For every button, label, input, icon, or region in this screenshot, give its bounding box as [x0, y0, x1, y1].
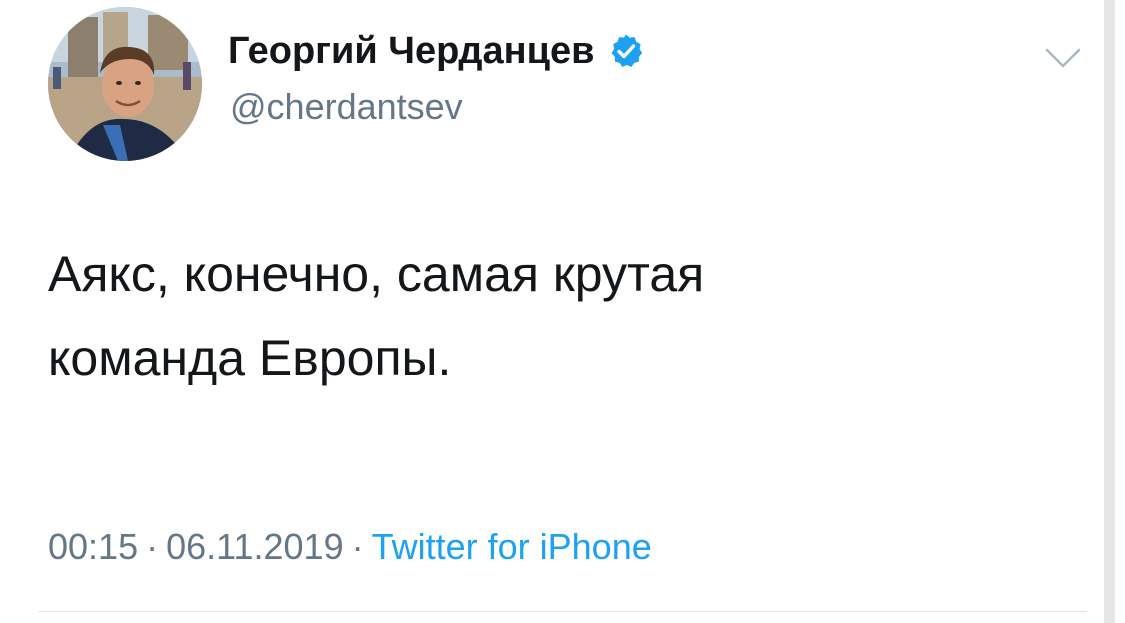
tweet-time[interactable]: 00:15: [48, 526, 138, 567]
author-handle[interactable]: @cherdantsev: [230, 85, 463, 129]
tweet-view: Георгий Черданцев @cherdantsev Аякс, кон…: [0, 0, 1125, 623]
tweet-text-line: Аякс, конечно, самая крутая: [48, 246, 705, 302]
tweet-source-link[interactable]: Twitter for iPhone: [372, 526, 652, 567]
avatar[interactable]: [48, 7, 202, 161]
tweet-date[interactable]: 06.11.2019: [166, 526, 344, 567]
author-display-name[interactable]: Георгий Черданцев: [228, 28, 644, 74]
tweet-text: Аякс, конечно, самая крутая команда Евро…: [48, 232, 1048, 400]
author-name-text[interactable]: Георгий Черданцев: [228, 28, 594, 74]
chevron-down-icon[interactable]: [1044, 46, 1082, 72]
scrollbar[interactable]: [1104, 0, 1115, 623]
tweet-text-line: команда Европы.: [48, 330, 452, 386]
meta-separator: ·: [351, 526, 364, 567]
avatar-photo: [48, 7, 202, 161]
divider: [38, 611, 1087, 612]
tweet-meta: 00:15 · 06.11.2019 · Twitter for iPhone: [48, 520, 652, 574]
verified-badge-icon: [608, 33, 644, 69]
scrollbar-edge: [1115, 0, 1125, 623]
meta-separator: ·: [146, 526, 159, 567]
